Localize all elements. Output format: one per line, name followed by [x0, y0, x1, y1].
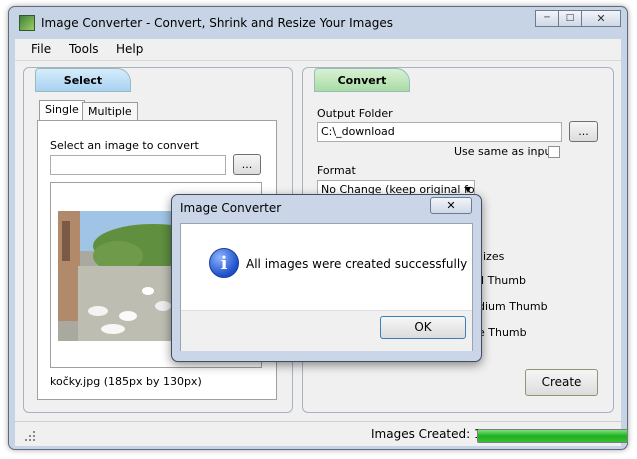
- menu-bar: File Tools Help: [15, 39, 621, 60]
- app-icon: [19, 15, 35, 31]
- image-caption: kočky.jpg (185px by 130px): [50, 375, 202, 388]
- tab-multiple[interactable]: Multiple: [82, 102, 138, 121]
- dialog-close-button[interactable]: ✕: [430, 197, 472, 214]
- status-bar: Images Created: 1: [15, 421, 628, 446]
- resize-grip-icon[interactable]: [25, 431, 35, 441]
- sizes-partial-label: izes: [483, 250, 505, 263]
- info-icon: i: [209, 248, 239, 278]
- select-header: Select: [35, 68, 131, 92]
- menu-help[interactable]: Help: [116, 42, 143, 56]
- window-title: Image Converter - Convert, Shrink and Re…: [41, 16, 393, 30]
- image-browse-button[interactable]: ...: [233, 154, 261, 175]
- format-label: Format: [317, 164, 356, 177]
- menu-file[interactable]: File: [31, 42, 51, 56]
- dialog-body: i All images were created successfully O…: [180, 223, 473, 351]
- convert-header: Convert: [314, 68, 410, 92]
- output-folder-browse-button[interactable]: ...: [569, 121, 598, 142]
- large-thumb-partial-label: e Thumb: [478, 326, 527, 339]
- images-created-status: Images Created: 1: [371, 427, 482, 441]
- maximize-button[interactable]: □: [558, 10, 582, 27]
- progress-fill: [478, 430, 627, 442]
- create-button[interactable]: Create: [525, 369, 598, 396]
- use-same-as-input-label: Use same as input: [454, 145, 556, 158]
- output-folder-label: Output Folder: [317, 107, 393, 120]
- close-icon: ✕: [446, 199, 456, 212]
- use-same-as-input-checkbox[interactable]: [548, 146, 560, 158]
- output-folder-input[interactable]: C:\_download: [317, 122, 562, 142]
- close-button[interactable]: ✕: [581, 10, 621, 27]
- dialog-title: Image Converter: [180, 201, 282, 215]
- message-dialog: Image Converter ✕ i All images were crea…: [171, 194, 482, 362]
- progress-bar: [477, 429, 628, 443]
- dialog-footer: OK: [181, 310, 472, 351]
- image-path-input[interactable]: [50, 155, 226, 175]
- dialog-message: All images were created successfully: [246, 257, 468, 271]
- title-bar[interactable]: Image Converter - Convert, Shrink and Re…: [9, 7, 627, 37]
- tab-single[interactable]: Single: [39, 100, 85, 121]
- small-thumb-partial-label: ll Thumb: [478, 274, 526, 287]
- menu-tools[interactable]: Tools: [69, 42, 99, 56]
- select-image-prompt: Select an image to convert: [50, 139, 199, 152]
- minimize-button[interactable]: ─: [535, 10, 559, 27]
- medium-thumb-partial-label: dium Thumb: [478, 300, 548, 313]
- ok-button[interactable]: OK: [380, 316, 466, 339]
